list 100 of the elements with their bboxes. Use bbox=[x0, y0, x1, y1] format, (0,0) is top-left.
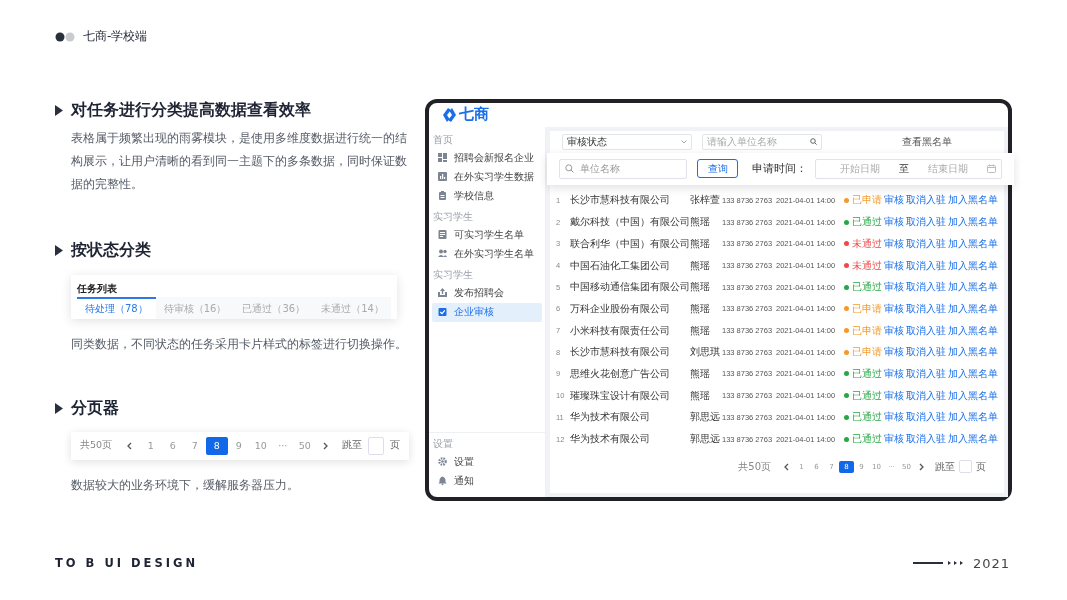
action-link[interactable]: 取消入驻 bbox=[906, 366, 946, 381]
action-link[interactable]: 加入黑名单 bbox=[948, 236, 998, 251]
action-link[interactable]: 审核 bbox=[884, 193, 904, 208]
table-cell-text: 熊瑶 bbox=[690, 366, 711, 381]
page-button[interactable]: 50 bbox=[293, 436, 316, 455]
triangle-icon bbox=[55, 244, 63, 256]
action-link[interactable]: 加入黑名单 bbox=[948, 432, 998, 446]
sidebar-item[interactable]: 可实习学生名单 bbox=[432, 225, 542, 245]
table-cell-text: 小米科技有限责任公司 bbox=[570, 323, 671, 338]
caret-icon bbox=[681, 139, 687, 144]
action-link[interactable]: 加入黑名单 bbox=[948, 388, 998, 403]
jump-label: 跳至 bbox=[341, 439, 362, 453]
action-link[interactable]: 取消入驻 bbox=[906, 280, 946, 295]
action-link[interactable]: 审核 bbox=[884, 280, 904, 295]
query-button[interactable]: 查询 bbox=[697, 159, 739, 179]
status-label: 已申请 bbox=[852, 345, 882, 360]
page-button[interactable]: 1 bbox=[139, 436, 162, 455]
table-cell-text: 璀璨珠宝设计有限公司 bbox=[570, 388, 671, 403]
next-page-icon[interactable] bbox=[323, 441, 329, 450]
page-button[interactable]: 10 bbox=[249, 436, 272, 455]
action-link[interactable]: 取消入驻 bbox=[906, 236, 946, 251]
sidebar-item[interactable]: 设置 bbox=[432, 452, 542, 472]
sidebar-section-label: 实习学生 bbox=[432, 267, 474, 282]
triangle-icon bbox=[55, 402, 63, 414]
sidebar-item[interactable]: 学校信息 bbox=[432, 186, 542, 206]
action-link[interactable]: 加入黑名单 bbox=[948, 345, 998, 360]
action-link[interactable]: 取消入驻 bbox=[906, 193, 946, 208]
action-link[interactable]: 审核 bbox=[884, 215, 904, 230]
action-link[interactable]: 加入黑名单 bbox=[948, 323, 998, 338]
status-label: 已通过 bbox=[852, 215, 882, 230]
dots-icon bbox=[55, 31, 75, 42]
prev-page-icon[interactable] bbox=[127, 441, 133, 450]
jump-label: 跳至 bbox=[935, 459, 955, 474]
chart-icon bbox=[438, 172, 447, 183]
action-link[interactable]: 审核 bbox=[884, 258, 904, 273]
table-cell-text: 郭思远 bbox=[690, 432, 721, 446]
table-cell: 联合利华（中国）有限公司 bbox=[570, 236, 690, 251]
table-cell-text: 熊瑶 bbox=[690, 388, 711, 403]
page-button[interactable]: 6 bbox=[161, 436, 184, 455]
prev-page-icon[interactable] bbox=[784, 462, 789, 471]
action-link[interactable]: 审核 bbox=[884, 388, 904, 403]
page-button[interactable]: 7 bbox=[183, 436, 206, 455]
action-link[interactable]: 取消入驻 bbox=[906, 301, 946, 316]
tab[interactable]: 待处理（78） bbox=[77, 296, 156, 319]
sidebar-item[interactable]: 招聘会新报名企业 bbox=[432, 148, 542, 168]
action-link[interactable]: 加入黑名单 bbox=[948, 366, 998, 381]
sidebar-item[interactable]: 企业审核 bbox=[432, 302, 542, 322]
sidebar-item[interactable]: 发布招聘会 bbox=[432, 283, 542, 303]
logo-text: 七商 bbox=[459, 105, 489, 125]
page-input[interactable] bbox=[367, 436, 384, 455]
logo-icon bbox=[441, 106, 457, 123]
date-range-field[interactable]: 开始日期 至 结束日期 bbox=[815, 158, 1002, 179]
action-link[interactable]: 审核 bbox=[884, 366, 904, 381]
page-button[interactable]: 9 bbox=[227, 436, 250, 455]
company-search-field[interactable]: 单位名称 bbox=[559, 158, 688, 179]
page-button[interactable]: ··· bbox=[271, 436, 294, 455]
blacklist-link[interactable]: 查看黑名单 bbox=[902, 134, 952, 149]
sidebar-section-label: 实习学生 bbox=[432, 209, 474, 224]
action-link[interactable]: 取消入驻 bbox=[906, 215, 946, 230]
action-link[interactable]: 审核 bbox=[884, 432, 904, 446]
sidebar-item[interactable]: 通知 bbox=[432, 471, 542, 491]
sidebar-item[interactable]: 在外实习学生数据 bbox=[432, 167, 542, 187]
page-input[interactable] bbox=[959, 460, 972, 474]
action-link[interactable]: 审核 bbox=[884, 301, 904, 316]
table-cell: 戴尔科技（中国）有限公司 bbox=[570, 215, 690, 230]
section-heading: 分页器 bbox=[71, 397, 119, 419]
action-link[interactable]: 审核 bbox=[884, 236, 904, 251]
action-link[interactable]: 取消入驻 bbox=[906, 323, 946, 338]
table-cell-text: 熊瑶 bbox=[690, 258, 711, 273]
action-link[interactable]: 取消入驻 bbox=[906, 345, 946, 360]
date-label: 申请时间： bbox=[752, 161, 808, 176]
status-label: 已通过 bbox=[852, 432, 882, 446]
bell-icon bbox=[438, 476, 447, 487]
action-link[interactable]: 取消入驻 bbox=[906, 388, 946, 403]
sidebar-item[interactable]: 在外实习学生名单 bbox=[432, 244, 542, 264]
description: 数据较大的业务环境下，缓解服务器压力。 bbox=[71, 476, 300, 494]
action-link[interactable]: 加入黑名单 bbox=[948, 410, 998, 425]
action-link[interactable]: 取消入驻 bbox=[906, 258, 946, 273]
page-total: 共50页 bbox=[80, 439, 113, 453]
action-link[interactable]: 加入黑名单 bbox=[948, 258, 998, 273]
action-link[interactable]: 加入黑名单 bbox=[948, 301, 998, 316]
action-link[interactable]: 审核 bbox=[884, 410, 904, 425]
action-link[interactable]: 加入黑名单 bbox=[948, 215, 998, 230]
table-cell-text: 长沙市慧科技有限公司 bbox=[570, 193, 671, 208]
status-label: 已申请 bbox=[852, 193, 882, 208]
page-button[interactable]: 8 bbox=[205, 436, 228, 455]
triangle-icon bbox=[55, 104, 63, 116]
search-icon bbox=[565, 164, 574, 174]
action-link[interactable]: 加入黑名单 bbox=[948, 193, 998, 208]
status-label: 未通过 bbox=[852, 258, 882, 273]
table-cell-text: 华为技术有限公司 bbox=[570, 410, 651, 425]
status-select[interactable]: 审核状态 bbox=[562, 133, 692, 150]
action-link[interactable]: 取消入驻 bbox=[906, 432, 946, 446]
action-link[interactable]: 审核 bbox=[884, 323, 904, 338]
action-link[interactable]: 取消入驻 bbox=[906, 410, 946, 425]
status-label: 已申请 bbox=[852, 301, 882, 316]
next-page-icon[interactable] bbox=[919, 462, 924, 471]
action-link[interactable]: 审核 bbox=[884, 345, 904, 360]
action-link[interactable]: 加入黑名单 bbox=[948, 280, 998, 295]
sidebar-section-label: 首页 bbox=[432, 132, 454, 147]
